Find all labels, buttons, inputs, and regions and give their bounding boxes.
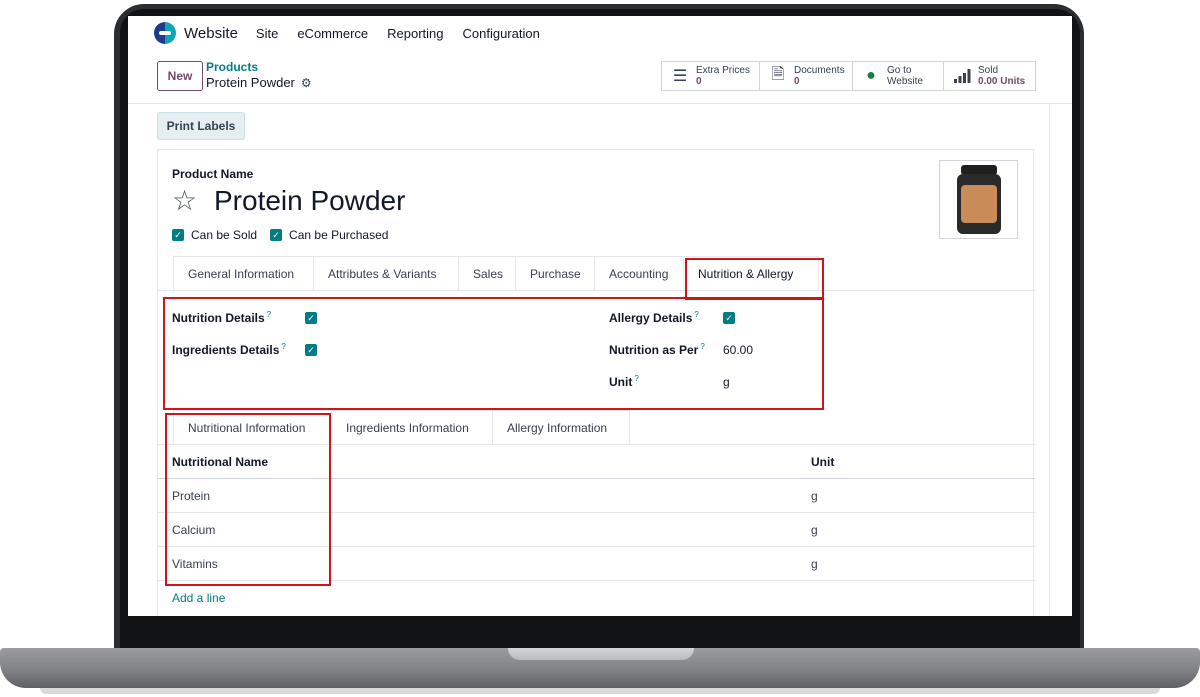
tab-accounting[interactable]: Accounting <box>594 256 684 290</box>
row-name: Calcium <box>172 523 216 537</box>
screen: Website Site eCommerce Reporting Configu… <box>128 16 1072 616</box>
breadcrumb-current-label: Protein Powder <box>206 75 295 90</box>
row-unit: g <box>811 523 818 537</box>
ingredients-details-label: Ingredients Details? <box>172 342 286 357</box>
row-unit: g <box>811 557 818 571</box>
smart-value: 0 <box>794 76 800 87</box>
row-name: Protein <box>172 489 211 503</box>
tab-purchase[interactable]: Purchase <box>515 256 595 290</box>
ingredients-details-checkbox[interactable]: ✓ <box>305 344 317 356</box>
nutrition-as-per-label: Nutrition as Per? <box>609 342 705 357</box>
can-be-sold-checkbox[interactable]: ✓ <box>172 229 184 241</box>
tab-general-information[interactable]: General Information <box>173 256 314 290</box>
can-be-sold-label: Can be Sold <box>191 228 258 242</box>
smart-label: Sold <box>978 65 999 76</box>
table-row[interactable]: Protein g <box>158 479 1035 513</box>
subtab-allergy-information[interactable]: Allergy Information <box>492 410 630 444</box>
tab-nutrition-allergy[interactable]: Nutrition & Allergy <box>683 256 819 290</box>
row-name: Vitamins <box>172 557 218 571</box>
subtab-nutritional-information[interactable]: Nutritional Information <box>173 410 332 444</box>
list-icon: ☰ <box>672 68 688 85</box>
globe-icon: ● <box>866 67 876 84</box>
smart-value: 0 <box>696 76 702 87</box>
row-unit: g <box>811 489 818 503</box>
star-icon[interactable]: ☆ <box>172 184 197 217</box>
menu-site[interactable]: Site <box>256 26 278 41</box>
smart-button-extra-prices[interactable]: ☰ Extra Prices 0 <box>661 61 760 91</box>
nutrition-as-per-input[interactable]: 60.00 <box>723 343 753 357</box>
smart-value: 0.00 Units <box>978 76 1026 87</box>
notebook-tabs: General Information Attributes & Variant… <box>173 256 819 290</box>
protein-jar-icon <box>956 164 1001 235</box>
menu-reporting[interactable]: Reporting <box>387 26 443 41</box>
unit-label: Unit? <box>609 374 639 389</box>
tab-attributes-variants[interactable]: Attributes & Variants <box>313 256 459 290</box>
table-header: Nutritional Name Unit <box>158 445 1035 479</box>
can-be-purchased-checkbox[interactable]: ✓ <box>270 229 283 241</box>
form-content: Print Labels Product Name ☆ Protein Powd… <box>150 104 1050 616</box>
nutrition-subtabs: Nutritional Information Ingredients Info… <box>173 410 630 444</box>
help-icon[interactable]: ? <box>694 310 698 319</box>
column-unit[interactable]: Unit <box>811 455 834 469</box>
help-icon[interactable]: ? <box>267 310 271 319</box>
smart-label: Extra Prices <box>696 65 750 76</box>
allergy-details-checkbox[interactable]: ✓ <box>723 312 735 324</box>
table-row[interactable]: Vitamins g <box>158 547 1035 581</box>
unit-input[interactable]: g <box>723 375 730 389</box>
control-panel: New Products Protein Powder ⚙ ☰ Extra Pr… <box>128 50 1072 104</box>
smart-button-documents[interactable]: 🗎 Documents 0 <box>759 61 853 91</box>
help-icon[interactable]: ? <box>634 374 638 383</box>
laptop-notch <box>508 648 694 660</box>
app-name[interactable]: Website <box>184 25 238 42</box>
column-nutritional-name[interactable]: Nutritional Name <box>172 455 268 469</box>
tab-sales[interactable]: Sales <box>458 256 516 290</box>
laptop-bezel-bottom <box>120 616 1080 650</box>
laptop-shadow <box>40 688 1160 694</box>
product-image[interactable] <box>939 160 1018 239</box>
allergy-details-label: Allergy Details? <box>609 310 699 325</box>
breadcrumb-products[interactable]: Products <box>206 60 258 74</box>
nutrition-details-checkbox[interactable]: ✓ <box>305 312 317 324</box>
nutrition-details-label: Nutrition Details? <box>172 310 272 325</box>
breadcrumb-current: Protein Powder ⚙ <box>206 75 312 90</box>
add-line-link[interactable]: Add a line <box>172 591 225 605</box>
help-icon[interactable]: ? <box>700 342 704 351</box>
smart-value: Website <box>887 76 923 87</box>
bar-chart-icon <box>952 69 972 83</box>
print-labels-button[interactable]: Print Labels <box>157 112 245 140</box>
menu-ecommerce[interactable]: eCommerce <box>297 26 368 41</box>
top-navbar: Website Site eCommerce Reporting Configu… <box>128 16 1072 50</box>
smart-label: Go to <box>887 65 912 76</box>
document-icon: 🗎 <box>771 65 785 83</box>
can-be-purchased-label: Can be Purchased <box>289 228 389 242</box>
subtab-ingredients-information[interactable]: Ingredients Information <box>331 410 493 444</box>
smart-button-sold[interactable]: Sold 0.00 Units <box>943 61 1036 91</box>
app-logo-icon[interactable] <box>154 22 176 44</box>
form-sheet: Product Name ☆ Protein Powder ✓ Can be S… <box>157 149 1035 616</box>
product-name-label: Product Name <box>172 167 254 181</box>
smart-button-go-to-website[interactable]: ● Go to Website <box>852 61 944 91</box>
tabs-divider <box>158 290 1035 291</box>
new-button[interactable]: New <box>157 61 203 91</box>
help-icon[interactable]: ? <box>281 342 285 351</box>
table-row[interactable]: Calcium g <box>158 513 1035 547</box>
product-name-input[interactable]: Protein Powder <box>214 185 405 217</box>
product-flags: ✓ Can be Sold ✓ Can be Purchased <box>172 228 388 242</box>
smart-label: Documents <box>794 65 845 76</box>
gear-icon[interactable]: ⚙ <box>301 76 312 90</box>
menu-configuration[interactable]: Configuration <box>463 26 540 41</box>
